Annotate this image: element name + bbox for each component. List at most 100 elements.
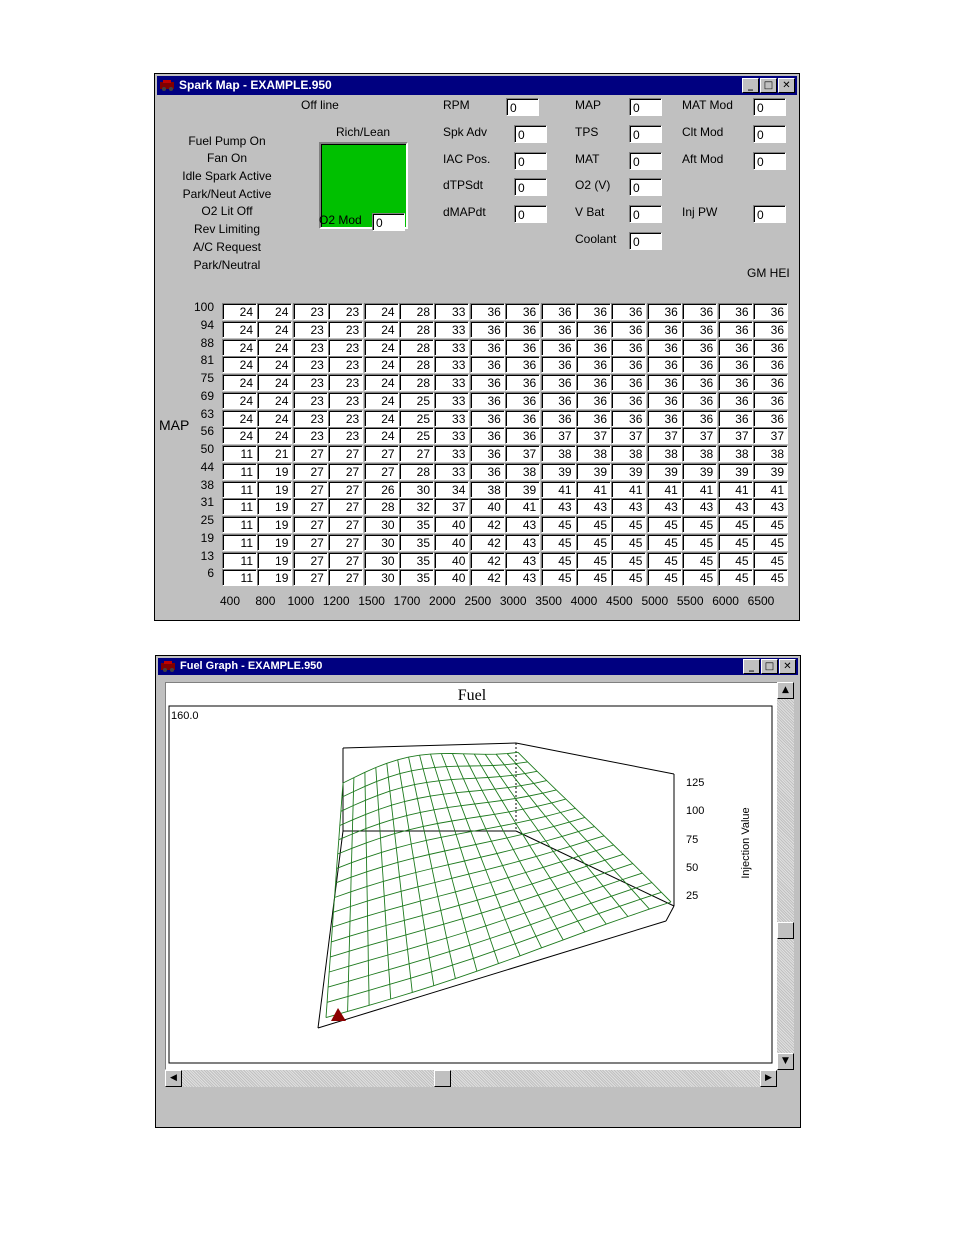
spark-cell[interactable]: 19: [257, 516, 293, 533]
spark-cell[interactable]: 45: [540, 569, 576, 587]
spark-cell[interactable]: 36: [717, 409, 753, 427]
spark-cell[interactable]: 24: [257, 409, 293, 427]
spark-cell[interactable]: 42: [469, 533, 505, 551]
spark-cell[interactable]: 37: [646, 427, 682, 445]
spark-cell[interactable]: 37: [540, 427, 576, 445]
spark-cell[interactable]: 24: [363, 356, 399, 374]
spark-cell[interactable]: 39: [646, 462, 682, 480]
spark-cell[interactable]: 36: [505, 356, 541, 374]
fuel-title-bar[interactable]: Fuel Graph - EXAMPLE.950 _ □ ✕: [158, 658, 798, 675]
spark-cell[interactable]: 27: [328, 569, 364, 587]
spark-cell[interactable]: 45: [611, 516, 647, 533]
spark-cell[interactable]: 43: [505, 533, 541, 551]
spark-cell[interactable]: 36: [505, 427, 541, 445]
field-value[interactable]: 0: [629, 205, 662, 223]
spark-cell[interactable]: 24: [363, 338, 399, 356]
spark-cell[interactable]: 36: [540, 338, 576, 356]
field-value[interactable]: 0: [629, 98, 662, 116]
spark-cell[interactable]: 36: [682, 409, 718, 427]
spark-cell[interactable]: 36: [646, 338, 682, 356]
spark-cell[interactable]: 43: [505, 551, 541, 569]
field-value[interactable]: 0: [629, 152, 662, 170]
spark-cell[interactable]: 24: [363, 374, 399, 391]
spark-cell[interactable]: 11: [222, 445, 257, 462]
spark-cell[interactable]: 38: [505, 462, 541, 480]
spark-cell[interactable]: 45: [540, 516, 576, 533]
spark-cell[interactable]: 27: [292, 480, 328, 498]
spark-cell[interactable]: 19: [257, 462, 293, 480]
spark-cell[interactable]: 37: [717, 427, 753, 445]
spark-cell[interactable]: 45: [753, 551, 788, 569]
spark-cell[interactable]: 36: [576, 338, 611, 356]
spark-cell[interactable]: 45: [576, 551, 611, 569]
spark-cell[interactable]: 36: [682, 356, 718, 374]
spark-cell[interactable]: 36: [576, 303, 611, 320]
spark-cell[interactable]: 24: [363, 303, 399, 320]
field-value[interactable]: 0: [514, 205, 547, 223]
spark-cell[interactable]: 36: [646, 391, 682, 409]
spark-cell[interactable]: 30: [363, 533, 399, 551]
spark-cell[interactable]: 40: [434, 551, 470, 569]
spark-cell[interactable]: 36: [611, 320, 647, 338]
spark-cell[interactable]: 41: [540, 480, 576, 498]
spark-cell[interactable]: 33: [434, 356, 470, 374]
spark-cell[interactable]: 28: [399, 356, 434, 374]
spark-cell[interactable]: 43: [611, 498, 647, 516]
spark-cell[interactable]: 45: [682, 569, 718, 587]
spark-cell[interactable]: 28: [399, 338, 434, 356]
spark-cell[interactable]: 36: [505, 320, 541, 338]
spark-cell[interactable]: 27: [328, 498, 364, 516]
spark-cell[interactable]: 36: [753, 338, 788, 356]
spark-cell[interactable]: 11: [222, 551, 257, 569]
spark-cell[interactable]: 45: [540, 533, 576, 551]
spark-cell[interactable]: 45: [540, 551, 576, 569]
spark-cell[interactable]: 41: [505, 498, 541, 516]
spark-cell[interactable]: 45: [717, 551, 753, 569]
spark-cell[interactable]: 23: [292, 338, 328, 356]
spark-cell[interactable]: 45: [646, 551, 682, 569]
spark-cell[interactable]: 27: [399, 445, 434, 462]
spark-cell[interactable]: 36: [469, 374, 505, 391]
spark-cell[interactable]: 36: [753, 391, 788, 409]
spark-cell[interactable]: 24: [222, 338, 257, 356]
spark-cell[interactable]: 24: [257, 427, 293, 445]
spark-cell[interactable]: 27: [328, 445, 364, 462]
spark-cell[interactable]: 36: [682, 374, 718, 391]
spark-cell[interactable]: 36: [469, 391, 505, 409]
close-button[interactable]: ✕: [778, 78, 795, 93]
spark-cell[interactable]: 27: [292, 462, 328, 480]
spark-cell[interactable]: 24: [363, 320, 399, 338]
scroll-right-button[interactable]: ▶: [760, 1070, 777, 1087]
field-value[interactable]: 0: [629, 178, 662, 196]
spark-cell[interactable]: 28: [399, 320, 434, 338]
horizontal-scrollbar[interactable]: ◀ ▶: [165, 1070, 777, 1087]
maximize-button[interactable]: □: [761, 659, 778, 674]
spark-cell[interactable]: 45: [576, 516, 611, 533]
spark-cell[interactable]: 33: [434, 320, 470, 338]
spark-cell[interactable]: 38: [646, 445, 682, 462]
spark-cell[interactable]: 36: [505, 409, 541, 427]
spark-cell[interactable]: 36: [469, 427, 505, 445]
spark-cell[interactable]: 23: [292, 320, 328, 338]
spark-cell[interactable]: 36: [469, 303, 505, 320]
spark-cell[interactable]: 28: [399, 303, 434, 320]
spark-cell[interactable]: 45: [576, 569, 611, 587]
spark-cell[interactable]: 45: [611, 533, 647, 551]
spark-cell[interactable]: 42: [469, 551, 505, 569]
spark-cell[interactable]: 33: [434, 445, 470, 462]
spark-cell[interactable]: 23: [328, 374, 364, 391]
spark-cell[interactable]: 33: [434, 409, 470, 427]
spark-cell[interactable]: 36: [753, 409, 788, 427]
spark-cell[interactable]: 36: [717, 374, 753, 391]
spark-cell[interactable]: 28: [399, 374, 434, 391]
spark-cell[interactable]: 27: [292, 498, 328, 516]
spark-cell[interactable]: 45: [682, 516, 718, 533]
spark-cell[interactable]: 24: [222, 320, 257, 338]
spark-cell[interactable]: 23: [328, 427, 364, 445]
spark-cell[interactable]: 45: [753, 569, 788, 587]
spark-cell[interactable]: 11: [222, 462, 257, 480]
spark-cell[interactable]: 11: [222, 498, 257, 516]
spark-cell[interactable]: 24: [222, 374, 257, 391]
spark-cell[interactable]: 38: [540, 445, 576, 462]
spark-cell[interactable]: 36: [717, 356, 753, 374]
